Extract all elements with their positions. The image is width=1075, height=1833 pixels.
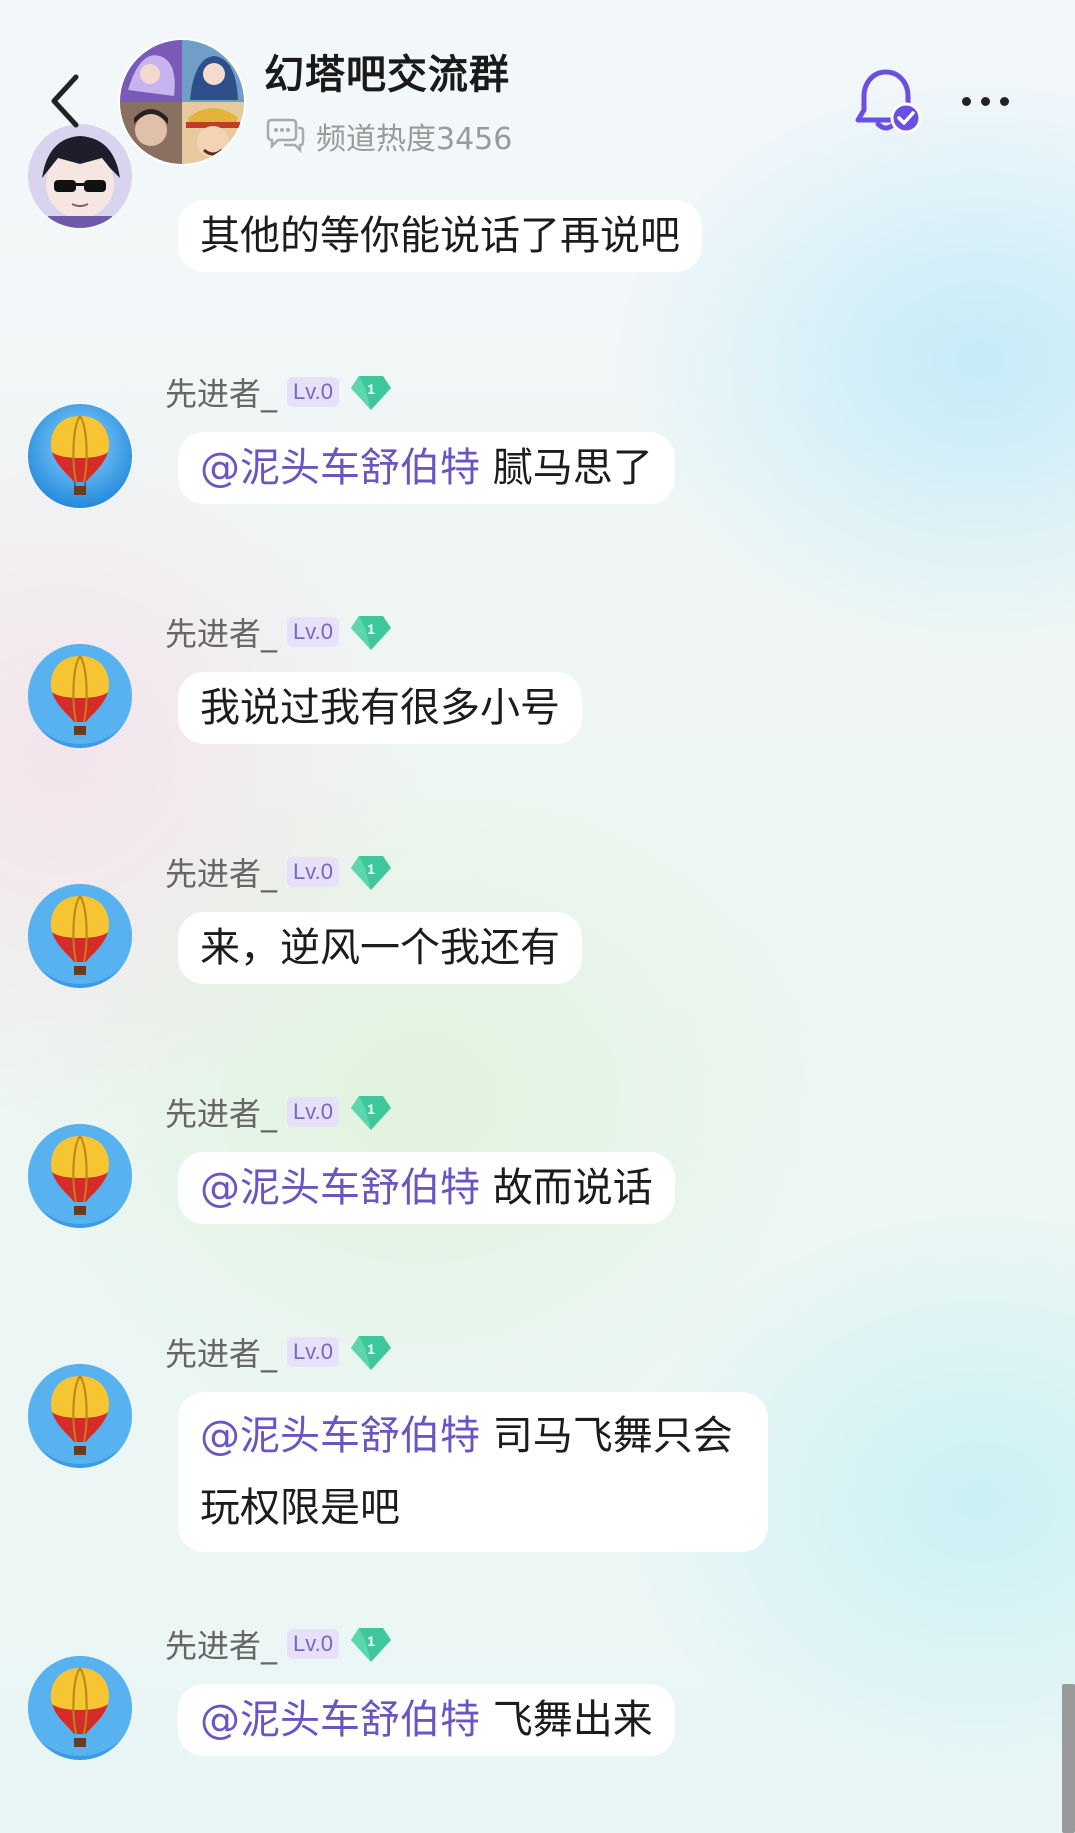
level-badge: Lv.0 <box>287 1337 339 1367</box>
message-text: 腻马思了 <box>480 445 653 491</box>
username[interactable]: 先进者_ <box>165 609 277 655</box>
level-badge: Lv.0 <box>287 1097 339 1127</box>
svg-text:1: 1 <box>367 1633 375 1649</box>
message-meta: 先进者_ Lv.0 1 <box>165 1621 393 1667</box>
notification-button[interactable] <box>852 66 924 138</box>
message-bubble[interactable]: @泥头车舒伯特 司马飞舞只会 玩权限是吧 <box>178 1392 768 1552</box>
svg-text:1: 1 <box>367 381 375 397</box>
username[interactable]: 先进者_ <box>165 1329 277 1375</box>
message-bubble[interactable]: 我说过我有很多小号 <box>178 672 582 744</box>
message-text: 飞舞出来 <box>480 1697 653 1743</box>
gem-icon: 1 <box>350 1336 391 1370</box>
more-dots-icon <box>961 96 971 106</box>
message-meta: 先进者_ Lv.0 1 <box>165 1329 393 1375</box>
gem-icon: 1 <box>350 1096 391 1130</box>
avatar-hot-air-balloon[interactable] <box>28 644 132 748</box>
message-bubble[interactable]: @泥头车舒伯特 飞舞出来 <box>178 1684 675 1756</box>
username[interactable]: 先进者_ <box>165 369 277 415</box>
more-options-button[interactable] <box>950 76 1020 126</box>
message-bubble[interactable]: 来，逆风一个我还有 <box>178 912 582 984</box>
svg-text:1: 1 <box>367 1101 375 1117</box>
svg-text:1: 1 <box>367 1341 375 1357</box>
message-text-line2: 玩权限是吧 <box>200 1485 400 1531</box>
level-badge: Lv.0 <box>287 617 339 647</box>
scrollbar[interactable] <box>1062 1684 1075 1833</box>
avatar-hot-air-balloon[interactable] <box>28 404 132 508</box>
message-meta: 先进者_ Lv.0 1 <box>165 849 393 895</box>
avatar-hot-air-balloon[interactable] <box>28 1124 132 1228</box>
mention-link[interactable]: @泥头车舒伯特 <box>200 1697 480 1743</box>
username[interactable]: 先进者_ <box>165 849 277 895</box>
chat-area[interactable]: 其他的等你能说话了再说吧 先进者_ Lv.0 1 @泥头车舒伯特 腻马思了 先进… <box>0 0 1075 1833</box>
gem-icon: 1 <box>350 376 391 410</box>
svg-text:1: 1 <box>367 621 375 637</box>
gem-icon: 1 <box>350 1628 391 1662</box>
avatar-hot-air-balloon[interactable] <box>28 884 132 988</box>
chevron-left-icon <box>51 74 79 128</box>
message-bubble[interactable]: @泥头车舒伯特 故而说话 <box>178 1152 675 1224</box>
gem-icon: 1 <box>350 616 391 650</box>
mention-link[interactable]: @泥头车舒伯特 <box>200 1413 480 1459</box>
avatar-hot-air-balloon[interactable] <box>28 1364 132 1468</box>
username[interactable]: 先进者_ <box>165 1089 277 1135</box>
group-title[interactable]: 幻塔吧交流群 <box>264 42 510 100</box>
chat-header: 幻塔吧交流群 频道热度3456 <box>0 0 1075 180</box>
message-meta: 先进者_ Lv.0 1 <box>165 1089 393 1135</box>
mention-link[interactable]: @泥头车舒伯特 <box>200 445 480 491</box>
back-button[interactable] <box>40 68 90 134</box>
username[interactable]: 先进者_ <box>165 1621 277 1667</box>
mention-link[interactable]: @泥头车舒伯特 <box>200 1165 480 1211</box>
gem-icon: 1 <box>350 856 391 890</box>
message-text: 司马飞舞只会 <box>480 1413 733 1459</box>
message-text: 来，逆风一个我还有 <box>200 925 560 971</box>
message-meta: 先进者_ Lv.0 1 <box>165 609 393 655</box>
level-badge: Lv.0 <box>287 857 339 887</box>
message-text: 我说过我有很多小号 <box>200 685 560 731</box>
chat-bubble-icon <box>266 118 305 154</box>
message-text: 其他的等你能说话了再说吧 <box>200 213 680 259</box>
level-badge: Lv.0 <box>287 1629 339 1659</box>
avatar-hot-air-balloon[interactable] <box>28 1656 132 1760</box>
message-meta: 先进者_ Lv.0 1 <box>165 369 393 415</box>
level-badge: Lv.0 <box>287 377 339 407</box>
channel-heat: 频道热度3456 <box>264 114 512 158</box>
heat-label: 频道热度3456 <box>316 122 513 157</box>
group-avatar[interactable] <box>120 40 244 164</box>
message-bubble[interactable]: 其他的等你能说话了再说吧 <box>178 200 702 272</box>
message-text: 故而说话 <box>480 1165 653 1211</box>
message-bubble[interactable]: @泥头车舒伯特 腻马思了 <box>178 432 675 504</box>
bell-check-icon <box>855 69 922 134</box>
svg-text:1: 1 <box>367 861 375 877</box>
